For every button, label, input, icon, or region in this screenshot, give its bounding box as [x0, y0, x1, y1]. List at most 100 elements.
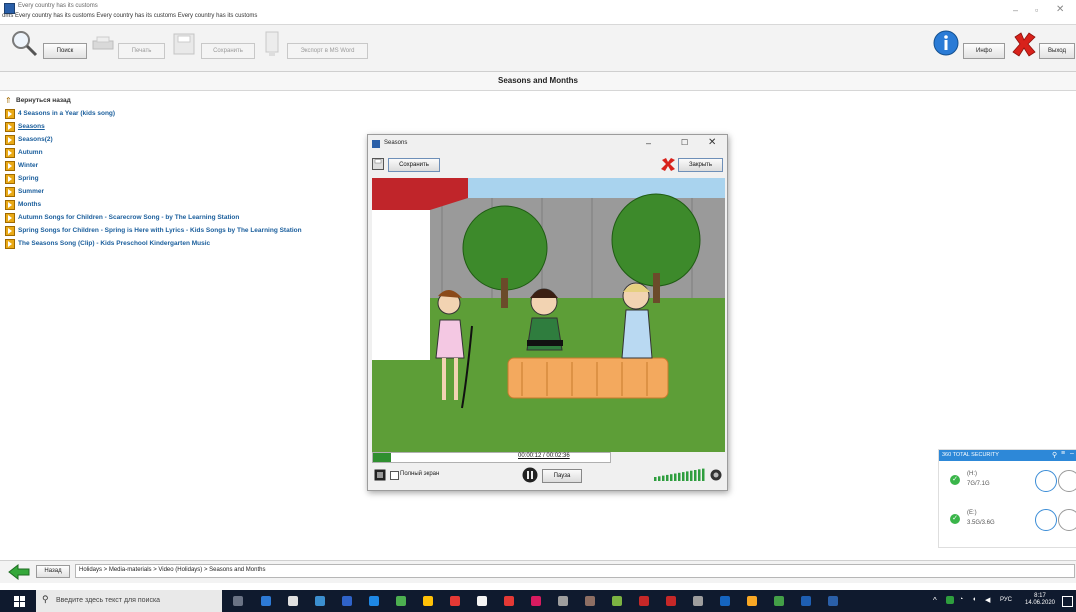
back-button[interactable]: Назад [36, 565, 70, 578]
video-frame[interactable] [372, 178, 725, 452]
drive-open-icon[interactable] [1035, 470, 1057, 492]
app-icon-4[interactable] [531, 596, 541, 606]
volume-bar [670, 474, 673, 481]
list-item-label: Spring [18, 175, 39, 182]
tray-clock[interactable]: 8:17 14.06.2020 [1022, 593, 1058, 607]
list-item[interactable]: 4 Seasons in a Year (kids song) [5, 107, 302, 120]
list-item-label: Autumn Songs for Children - Scarecrow So… [18, 214, 240, 221]
page-header: Seasons and Months [0, 72, 1076, 91]
dialog-close-button[interactable]: Закрыть [678, 158, 723, 172]
security-search-icon[interactable]: ⚲ [1052, 451, 1057, 459]
taskbar: ⚲ Введите здесь текст для поиска ^ ◔ ◖ ◀… [0, 590, 1076, 612]
save-disk-icon [173, 33, 195, 55]
export-word-button[interactable]: Экспорт в MS Word [287, 43, 368, 59]
playback-progress-bar[interactable] [372, 452, 611, 463]
list-item-label: Autumn [18, 149, 43, 156]
marquee-text: oms Every country has its customs Every … [2, 13, 258, 19]
save-button[interactable]: Сохранить [201, 43, 255, 59]
list-item[interactable]: Spring [5, 172, 302, 185]
minimize-icon[interactable]: – [1013, 5, 1018, 15]
app-icon-12[interactable] [774, 596, 784, 606]
window-title: Every country has its customs [18, 3, 98, 9]
speaker-icon[interactable] [710, 469, 722, 481]
dialog-close-icon[interactable]: ✕ [708, 137, 716, 148]
drive-eject-icon[interactable] [1058, 470, 1076, 492]
info-button[interactable]: Инфо [963, 43, 1005, 59]
app-icon-10[interactable] [693, 596, 703, 606]
word-icon[interactable] [801, 596, 811, 606]
app-icon-5[interactable] [558, 596, 568, 606]
video-item-icon [5, 212, 15, 223]
pause-icon[interactable] [522, 467, 538, 483]
list-item[interactable]: Autumn [5, 146, 302, 159]
list-item[interactable]: Seasons(2) [5, 133, 302, 146]
progress-fill [373, 453, 392, 462]
app-icon-9[interactable] [666, 596, 676, 606]
app-icon-6[interactable] [585, 596, 595, 606]
pause-button[interactable]: Пауза [542, 469, 582, 483]
chrome-icon[interactable] [747, 596, 757, 606]
store-icon[interactable] [288, 596, 298, 606]
tray-wifi-icon[interactable]: ◖ [972, 596, 976, 603]
app-icon-1[interactable] [315, 596, 325, 606]
video-item-icon [5, 121, 15, 132]
drive-item: ✓ (E:) 3.5G/3.6G [947, 505, 1076, 535]
tray-language[interactable]: РУС [1000, 597, 1012, 603]
app-icon-7[interactable] [612, 596, 622, 606]
windows-start-icon[interactable] [14, 596, 25, 607]
breadcrumb: Holidays > Media-materials > Video (Holi… [79, 567, 266, 573]
security-minimize-icon[interactable]: – [1070, 450, 1074, 457]
volume-bar [654, 477, 657, 481]
app-icon-3[interactable] [396, 596, 406, 606]
dialog-minimize-icon[interactable]: – [646, 138, 651, 148]
app-icon-2[interactable] [342, 596, 352, 606]
volume-bar [694, 470, 697, 481]
list-item-label: Seasons [18, 123, 45, 130]
list-item[interactable]: Months [5, 198, 302, 211]
edge-icon[interactable] [261, 596, 271, 606]
notification-icon[interactable] [1062, 596, 1073, 607]
tray-chevron-icon[interactable]: ^ [933, 596, 937, 605]
video-item-icon [5, 160, 15, 171]
opera-icon[interactable] [504, 596, 514, 606]
dialog-maximize-icon[interactable]: ☐ [681, 138, 688, 147]
tray-security-icon[interactable] [946, 596, 954, 604]
drive-eject-icon[interactable] [1058, 509, 1076, 531]
taskbar-search-box[interactable]: ⚲ Введите здесь текст для поиска [36, 590, 222, 612]
search-button[interactable]: Поиск [43, 43, 87, 59]
app-icon-8[interactable] [639, 596, 649, 606]
security-menu-icon[interactable]: ≡ [1061, 450, 1065, 457]
back-link[interactable]: ⇑ Вернуться назад [5, 94, 302, 107]
drive-open-icon[interactable] [1035, 509, 1057, 531]
player-controls: Полный экран Пауза [372, 467, 725, 487]
list-item[interactable]: Spring Songs for Children - Spring is He… [5, 224, 302, 237]
exit-button[interactable]: Выход [1039, 43, 1075, 59]
folder-icon[interactable] [423, 596, 433, 606]
bottom-nav-bar: Назад Holidays > Media-materials > Video… [0, 560, 1076, 583]
mail-icon[interactable] [369, 596, 379, 606]
volume-bar [678, 472, 681, 481]
volume-bars[interactable] [654, 468, 710, 482]
print-button[interactable]: Печать [118, 43, 165, 59]
app-icon-11[interactable] [720, 596, 730, 606]
dialog-save-icon [372, 158, 384, 170]
yandex-icon[interactable] [450, 596, 460, 606]
list-item[interactable]: Autumn Songs for Children - Scarecrow So… [5, 211, 302, 224]
close-icon[interactable]: ✕ [1056, 4, 1064, 15]
list-item[interactable]: Seasons [5, 120, 302, 133]
tray-network-icon[interactable]: ◔ [959, 596, 963, 603]
back-arrow-icon[interactable] [8, 564, 30, 580]
volume-bar [658, 476, 661, 481]
content-list: ⇑ Вернуться назад 4 Seasons in a Year (k… [5, 94, 302, 250]
tray-volume-icon[interactable]: ◀ [985, 596, 990, 604]
app-icon-13[interactable] [828, 596, 838, 606]
task-view-icon[interactable] [233, 596, 243, 606]
list-item[interactable]: Winter [5, 159, 302, 172]
list-item[interactable]: Summer [5, 185, 302, 198]
fullscreen-checkbox[interactable] [390, 471, 399, 480]
list-item[interactable]: The Seasons Song (Clip) - Kids Preschool… [5, 237, 302, 250]
maximize-icon[interactable]: ▫ [1035, 5, 1038, 15]
back-link-label: Вернуться назад [16, 97, 71, 104]
file-icon[interactable] [477, 596, 487, 606]
dialog-save-button[interactable]: Сохранить [388, 158, 440, 172]
